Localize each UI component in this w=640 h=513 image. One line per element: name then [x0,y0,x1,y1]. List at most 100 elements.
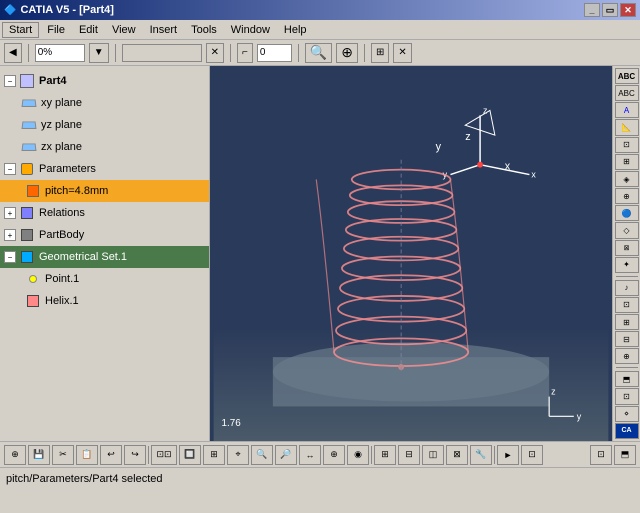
tree-item-yzplane[interactable]: yz plane [0,114,209,136]
icon-btn2[interactable]: ⊕ [336,43,358,63]
rt-btn-12[interactable]: ✦ [615,257,639,273]
tree-panel: − Part4 xy plane yz plane zx plane − Par… [0,66,210,441]
tree-item-partbody[interactable]: + PartBody [0,224,209,246]
bt-1[interactable]: ⊕ [4,445,26,465]
menu-tools[interactable]: Tools [185,22,223,38]
tree-item-geoset[interactable]: − Geometrical Set.1 [0,246,209,268]
bt-2[interactable]: 💾 [28,445,50,465]
tree-item-point1[interactable]: Point.1 [0,268,209,290]
bt-4[interactable]: 📋 [76,445,98,465]
bt-r2[interactable]: ⬒ [614,445,636,465]
rt-btn-5[interactable]: ⊡ [615,137,639,153]
rt-btn-3[interactable]: A [615,102,639,118]
tree-label-partbody: PartBody [39,229,84,241]
expand-partbody[interactable]: + [4,229,16,241]
bt-6[interactable]: ↪ [124,445,146,465]
icon-btn3[interactable]: ⊞ [371,43,389,63]
titlebar: 🔷 CATIA V5 - [Part4] _ ▭ ✕ [0,0,640,20]
bt-8[interactable]: 🔲 [179,445,201,465]
app-icon: 🔷 [4,5,16,16]
rt-btn-17[interactable]: ⊕ [615,348,639,364]
rt-btn-7[interactable]: ◈ [615,171,639,187]
tree-item-parameters[interactable]: − Parameters [0,158,209,180]
icon-btn4[interactable]: ✕ [393,43,411,63]
menu-insert[interactable]: Insert [144,22,184,38]
rt-btn-20[interactable]: ⋄ [615,406,639,422]
rt-btn-4[interactable]: 📐 [615,119,639,135]
restore-button[interactable]: ▭ [602,3,618,17]
tree-item-pitch[interactable]: pitch=4.8mm [0,180,209,202]
minimize-button[interactable]: _ [584,3,600,17]
param-icon [24,182,42,200]
helix-icon [24,292,42,310]
viewport[interactable]: z x y z x y [210,66,612,441]
titlebar-left: 🔷 CATIA V5 - [Part4] [4,4,114,16]
bt-3[interactable]: ✂ [52,445,74,465]
tree-item-part4[interactable]: − Part4 [0,70,209,92]
bt-22[interactable]: ⊡ [521,445,543,465]
menu-start[interactable]: Start [2,22,39,38]
bt-18[interactable]: ◫ [422,445,444,465]
toolbar-arrow-btn[interactable]: ◀ [4,43,22,63]
bt-16[interactable]: ⊞ [374,445,396,465]
sep3 [230,44,231,62]
rt-btn-15[interactable]: ⊞ [615,314,639,330]
bt-19[interactable]: ⊠ [446,445,468,465]
close-button[interactable]: ✕ [620,3,636,17]
tree-item-relations[interactable]: + Relations [0,202,209,224]
rt-btn-13[interactable]: ♪ [615,280,639,296]
num-input[interactable] [257,44,292,62]
zoom-dropdown[interactable]: ▼ [89,43,109,63]
rt-btn-10[interactable]: ◇ [615,222,639,238]
rt-btn-14[interactable]: ⊡ [615,297,639,313]
titlebar-controls[interactable]: _ ▭ ✕ [584,3,636,17]
menu-view[interactable]: View [106,22,142,38]
bt-9[interactable]: ⊞ [203,445,225,465]
x-btn[interactable]: ✕ [206,43,224,63]
bt-21[interactable]: ► [497,445,519,465]
rt-btn-18[interactable]: ⬒ [615,371,639,387]
expand-relations[interactable]: + [4,207,16,219]
tree-item-xyplane[interactable]: xy plane [0,92,209,114]
tree-item-zxplane[interactable]: zx plane [0,136,209,158]
expand-part4[interactable]: − [4,75,16,87]
expand-geoset[interactable]: − [4,251,16,263]
rt-btn-8[interactable]: ⊕ [615,188,639,204]
bt-15[interactable]: ◉ [347,445,369,465]
sep5 [364,44,365,62]
bt-20[interactable]: 🔧 [470,445,492,465]
bt-12[interactable]: 🔎 [275,445,297,465]
bracket-btn[interactable]: ⌐ [237,43,253,63]
bt-r1[interactable]: ⊡ [590,445,612,465]
tree-item-helix1[interactable]: Helix.1 [0,290,209,312]
bt-10[interactable]: ⌖ [227,445,249,465]
rt-btn-1[interactable]: ABC [615,68,639,84]
rt-btn-11[interactable]: ⊠ [615,240,639,256]
menubar: Start File Edit View Insert Tools Window… [0,20,640,40]
rt-btn-16[interactable]: ⊟ [615,331,639,347]
bt-14[interactable]: ⊕ [323,445,345,465]
field-input[interactable] [122,44,202,62]
menu-help[interactable]: Help [278,22,313,38]
bt-13[interactable]: ↔ [299,445,321,465]
zoom-input[interactable] [35,44,85,62]
bt-17[interactable]: ⊟ [398,445,420,465]
bt-sep [148,446,149,464]
expand-params[interactable]: − [4,163,16,175]
rt-btn-19[interactable]: ⊡ [615,388,639,404]
rt-btn-9[interactable]: 🔵 [615,205,639,221]
menu-edit[interactable]: Edit [73,22,104,38]
bt-11[interactable]: 🔍 [251,445,273,465]
bt-5[interactable]: ↩ [100,445,122,465]
menu-file[interactable]: File [41,22,71,38]
rt-btn-2[interactable]: ABC [615,85,639,101]
geoset-icon [18,248,36,266]
point-icon [24,270,42,288]
icon-btn1[interactable]: 🔍 [305,43,332,63]
tree-label-part4: Part4 [39,75,67,87]
bt-7[interactable]: ⊡⊡ [151,445,177,465]
menu-window[interactable]: Window [225,22,276,38]
rt-btn-6[interactable]: ⊞ [615,154,639,170]
svg-text:1.76: 1.76 [222,418,242,429]
tree-label-parameters: Parameters [39,163,96,175]
